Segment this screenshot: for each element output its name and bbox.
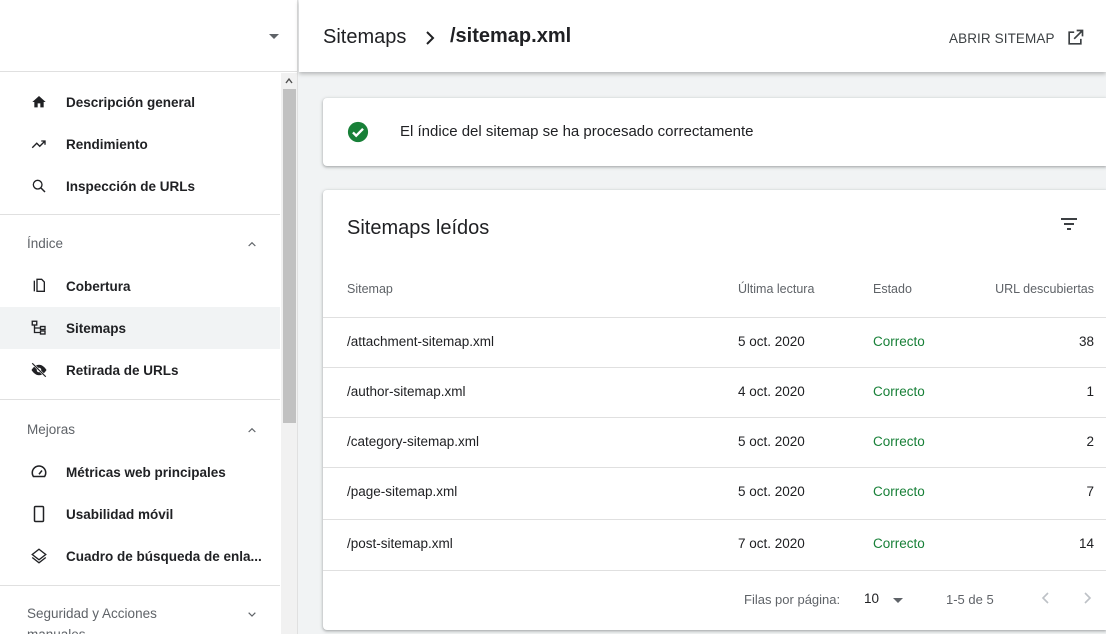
cell-sitemap: /attachment-sitemap.xml (347, 334, 495, 349)
table-row[interactable]: /author-sitemap.xml 4 oct. 2020 Correcto… (323, 367, 1106, 417)
chevron-right-icon[interactable] (1079, 590, 1095, 606)
copy-icon (28, 275, 50, 297)
breadcrumb-root[interactable]: Sitemaps (323, 26, 406, 49)
status-card: El índice del sitemap se ha procesado co… (323, 98, 1106, 166)
cell-last-read: 5 oct. 2020 (738, 484, 805, 499)
divider (0, 399, 280, 400)
home-icon (28, 91, 50, 113)
status-message: El índice del sitemap se ha procesado co… (400, 123, 754, 140)
section-header-security[interactable]: Seguridad y Acciones manuales (0, 593, 280, 634)
cell-urls: 1 (1086, 384, 1094, 399)
cell-status: Correcto (873, 536, 925, 551)
table-row[interactable]: /category-sitemap.xml 5 oct. 2020 Correc… (323, 417, 1106, 467)
speed-icon (28, 461, 50, 483)
trending-up-icon (28, 133, 50, 155)
divider (0, 214, 280, 215)
dropdown-caret-icon[interactable] (269, 34, 279, 39)
nav-item-label: Descripción general (66, 94, 196, 110)
nav-item-label: Inspección de URLs (66, 178, 196, 194)
nav-item-core-web-vitals[interactable]: Métricas web principales (0, 451, 280, 493)
dropdown-caret-icon[interactable] (893, 598, 903, 603)
nav-item-url-inspection[interactable]: Inspección de URLs (0, 165, 280, 207)
nav-item-label: Rendimiento (66, 136, 148, 152)
column-header-sitemap[interactable]: Sitemap (347, 282, 393, 296)
pagination-bar: Filas por página: 10 1-5 de 5 (323, 570, 1106, 630)
cell-urls: 38 (1078, 334, 1094, 349)
table-row[interactable]: /page-sitemap.xml 5 oct. 2020 Correcto 7 (323, 467, 1106, 517)
nav-item-label: Retirada de URLs (66, 362, 179, 378)
cell-last-read: 7 oct. 2020 (738, 536, 805, 551)
chevron-up-icon (248, 427, 256, 433)
rows-per-page-select[interactable]: 10 (864, 591, 879, 606)
cell-last-read: 4 oct. 2020 (738, 384, 805, 399)
cell-status: Correcto (873, 434, 925, 449)
nav-item-url-removal[interactable]: Retirada de URLs (0, 349, 280, 391)
sitemaps-table-card: Sitemaps leídos Sitemap Última lectura E… (323, 190, 1106, 630)
open-sitemap-label: ABRIR SITEMAP (949, 30, 1055, 46)
layers-icon (28, 545, 50, 567)
nav-item-label: Métricas web principales (66, 464, 226, 480)
rows-per-page-label: Filas por página: (744, 592, 841, 607)
cell-urls: 7 (1086, 484, 1094, 499)
sidebar: Descripción general Rendimiento Inspecci… (0, 0, 298, 634)
sidebar-scrollbar[interactable] (281, 73, 297, 634)
filter-icon[interactable] (1057, 212, 1081, 236)
property-selector[interactable] (0, 0, 297, 72)
section-title: Índice (27, 236, 64, 251)
table-row[interactable]: /attachment-sitemap.xml 5 oct. 2020 Corr… (323, 317, 1106, 367)
nav-item-coverage[interactable]: Cobertura (0, 265, 280, 307)
nav-item-performance[interactable]: Rendimiento (0, 123, 280, 165)
breadcrumb-current: /sitemap.xml (450, 25, 572, 47)
column-header-urls[interactable]: URL descubiertas (995, 282, 1094, 296)
check-circle-icon (347, 121, 369, 143)
pagination-range: 1-5 de 5 (946, 592, 994, 607)
nav-scroll-area: Descripción general Rendimiento Inspecci… (0, 73, 297, 634)
section-header-enhancements[interactable]: Mejoras (0, 409, 280, 451)
nav-item-sitelinks-searchbox[interactable]: Cuadro de búsqueda de enla... (0, 535, 280, 577)
cell-urls: 2 (1086, 434, 1094, 449)
nav-item-overview[interactable]: Descripción general (0, 81, 280, 123)
section-header-index[interactable]: Índice (0, 223, 280, 265)
nav-item-label: Usabilidad móvil (66, 506, 174, 522)
cell-status: Correcto (873, 334, 925, 349)
cell-sitemap: /post-sitemap.xml (347, 536, 453, 551)
cell-status: Correcto (873, 484, 925, 499)
nav-item-mobile-usability[interactable]: Usabilidad móvil (0, 493, 280, 535)
cell-sitemap: /author-sitemap.xml (347, 384, 466, 399)
sitemap-icon (28, 317, 50, 339)
column-header-status[interactable]: Estado (873, 282, 912, 296)
column-header-last-read[interactable]: Última lectura (738, 282, 814, 296)
open-in-new-icon (1067, 29, 1083, 45)
visibility-off-icon (28, 359, 50, 381)
phone-icon (28, 503, 50, 525)
divider (0, 585, 280, 586)
open-sitemap-button[interactable]: ABRIR SITEMAP (949, 26, 1085, 50)
scroll-up-arrow-icon[interactable] (285, 77, 293, 85)
section-title: Seguridad y Acciones manuales (27, 606, 157, 634)
chevron-right-icon (426, 31, 435, 45)
cell-urls: 14 (1078, 536, 1094, 551)
page-header: Sitemaps /sitemap.xml ABRIR SITEMAP (299, 0, 1106, 72)
table-title: Sitemaps leídos (347, 217, 490, 239)
cell-last-read: 5 oct. 2020 (738, 334, 805, 349)
search-icon (28, 175, 50, 197)
cell-last-read: 5 oct. 2020 (738, 434, 805, 449)
nav-item-label: Cobertura (66, 278, 131, 294)
chevron-left-icon[interactable] (1038, 590, 1054, 606)
nav-item-label: Sitemaps (66, 320, 127, 336)
table-row[interactable]: /post-sitemap.xml 7 oct. 2020 Correcto 1… (323, 519, 1106, 569)
cell-sitemap: /category-sitemap.xml (347, 434, 480, 449)
chevron-down-icon (248, 612, 256, 617)
cell-sitemap: /page-sitemap.xml (347, 484, 458, 499)
nav-item-sitemaps[interactable]: Sitemaps (0, 307, 280, 349)
chevron-up-icon (248, 241, 256, 247)
section-title: Mejoras (27, 422, 76, 437)
scrollbar-thumb[interactable] (283, 89, 296, 423)
cell-status: Correcto (873, 384, 925, 399)
nav-item-label: Cuadro de búsqueda de enla... (66, 548, 262, 564)
